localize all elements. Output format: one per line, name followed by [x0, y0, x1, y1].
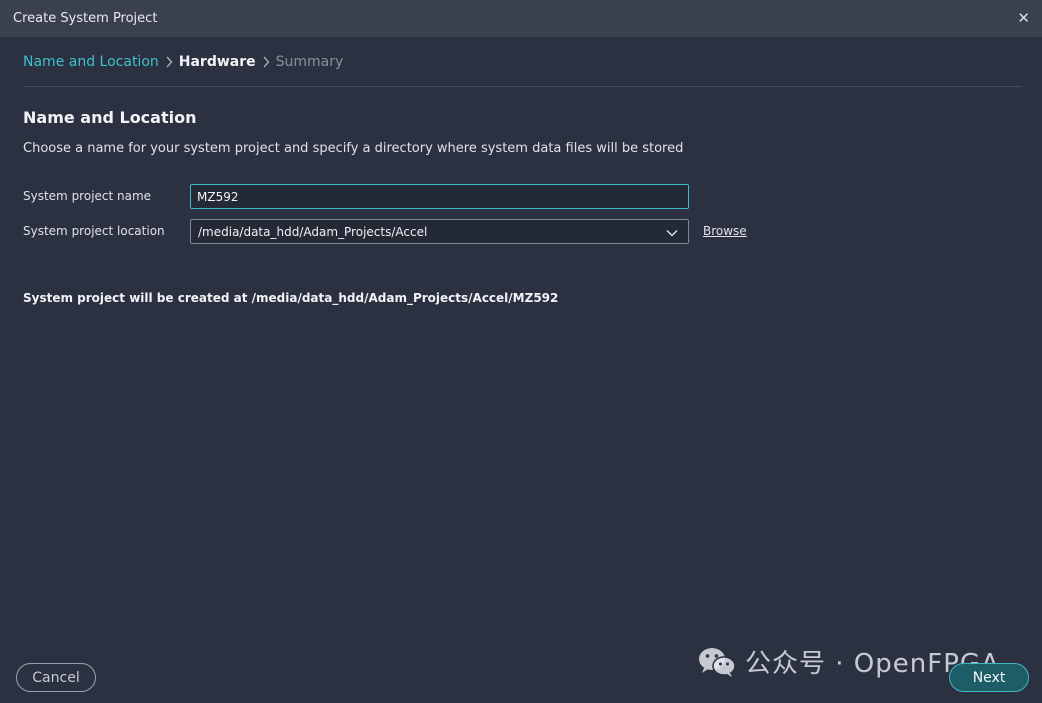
chevron-down-icon: [666, 222, 678, 241]
breadcrumb-divider: [23, 86, 1022, 87]
window-title: Create System Project: [13, 11, 158, 26]
created-at-message: System project will be created at /media…: [23, 291, 559, 305]
browse-link[interactable]: Browse: [703, 224, 747, 238]
wechat-icon: [699, 647, 736, 677]
section-title: Name and Location: [23, 108, 197, 127]
breadcrumb: Name and Location Hardware Summary: [23, 54, 343, 70]
breadcrumb-summary: Summary: [275, 54, 344, 70]
close-icon[interactable]: ✕: [1017, 11, 1030, 26]
title-bar: Create System Project ✕: [0, 0, 1042, 37]
cancel-button[interactable]: Cancel: [16, 663, 96, 692]
breadcrumb-hardware[interactable]: Hardware: [179, 54, 256, 70]
chevron-right-icon: [159, 56, 179, 68]
breadcrumb-name-and-location[interactable]: Name and Location: [23, 54, 159, 70]
project-location-label: System project location: [23, 224, 165, 238]
section-description: Choose a name for your system project an…: [23, 141, 684, 156]
project-location-value: /media/data_hdd/Adam_Projects/Accel: [198, 224, 428, 239]
dialog-content: Name and Location Hardware Summary Name …: [0, 37, 1042, 703]
chevron-right-icon: [256, 56, 276, 68]
project-name-label: System project name: [23, 189, 152, 203]
project-location-select[interactable]: /media/data_hdd/Adam_Projects/Accel: [190, 219, 689, 244]
project-name-input[interactable]: [190, 184, 689, 209]
next-button[interactable]: Next: [949, 663, 1029, 692]
